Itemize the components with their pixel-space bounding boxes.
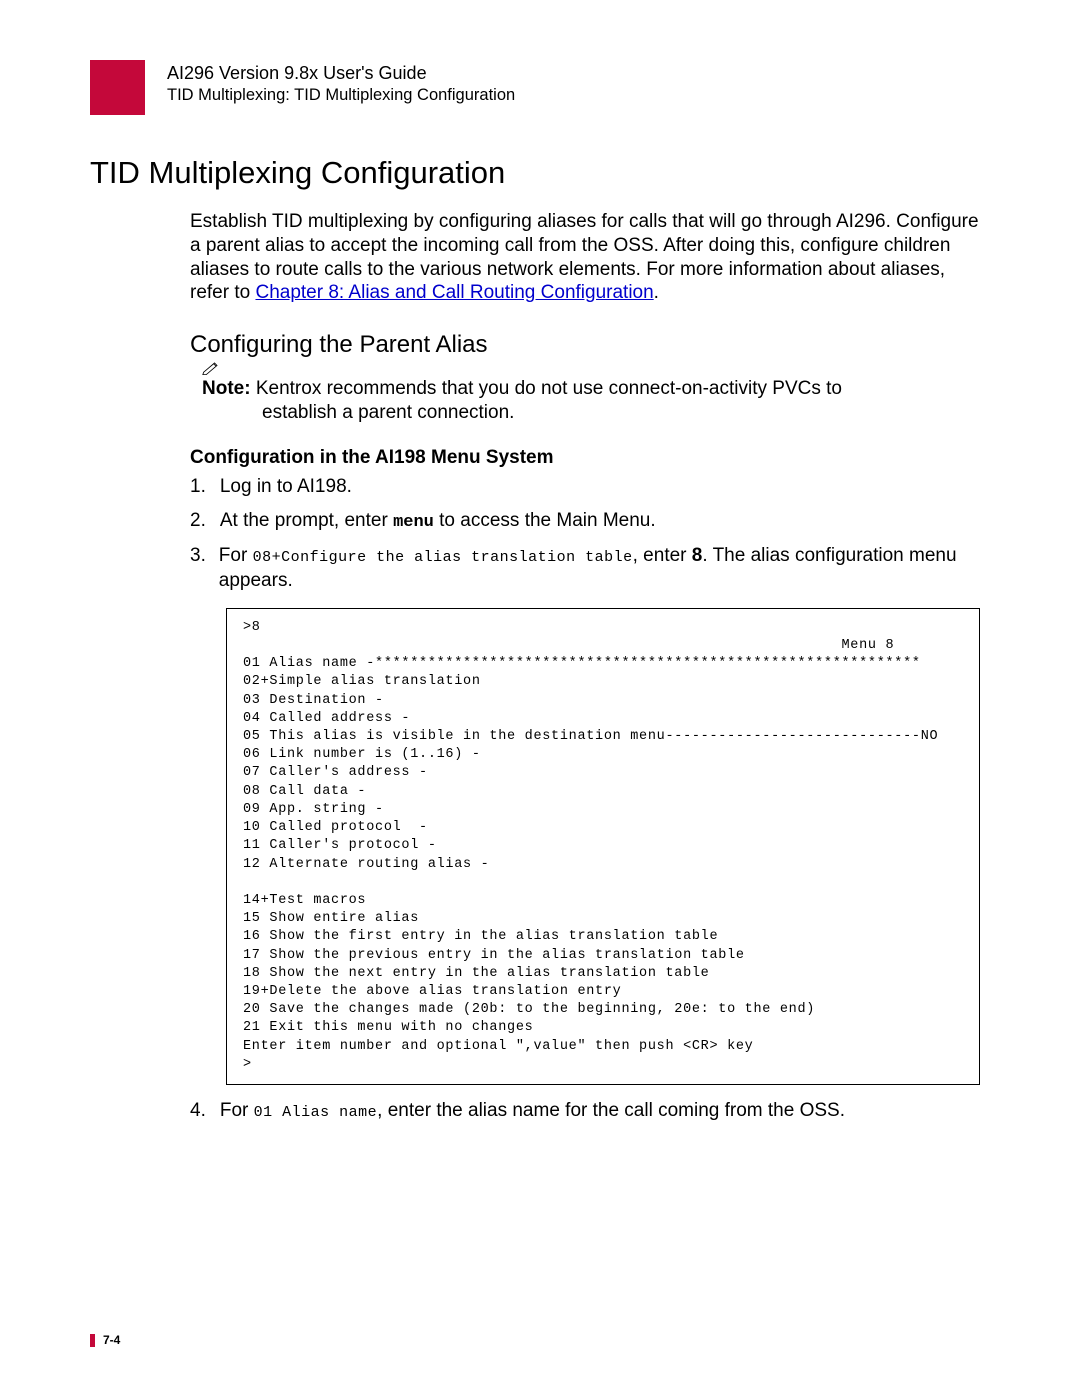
ordered-steps: 1. Log in to AI198. 2. At the prompt, en… <box>190 475 980 1124</box>
sub-heading-parent-alias: Configuring the Parent Alias <box>190 331 980 359</box>
step-3: 3. For 08+Configure the alias translatio… <box>190 544 980 593</box>
step-4: 4. For 01 Alias name, enter the alias na… <box>190 1099 980 1124</box>
page-number: 7-4 <box>103 1333 120 1347</box>
page-header: AI296 Version 9.8x User's Guide TID Mult… <box>90 60 990 115</box>
step-3-bold: 8 <box>692 545 703 566</box>
document-page: AI296 Version 9.8x User's Guide TID Mult… <box>0 0 1080 1397</box>
step-number: 1. <box>190 475 206 500</box>
page-footer: 7-4 <box>90 1333 120 1347</box>
step-2: 2. At the prompt, enter menu to access t… <box>190 509 980 534</box>
step-text: Log in to AI198. <box>220 475 352 500</box>
step-2-pre: At the prompt, enter <box>220 510 393 531</box>
footer-accent-icon <box>90 1334 95 1347</box>
step-4-pre: For <box>220 1100 254 1121</box>
note-label: Note: <box>202 378 251 399</box>
step-3-pre: For <box>219 545 253 566</box>
intro-text-after: . <box>654 282 659 303</box>
header-text-block: AI296 Version 9.8x User's Guide TID Mult… <box>167 60 515 105</box>
main-heading: TID Multiplexing Configuration <box>90 155 990 191</box>
note-text-line2: establish a parent connection. <box>262 401 514 425</box>
note-text: Note: Kentrox recommends that you do not… <box>202 377 980 425</box>
intro-paragraph: Establish TID multiplexing by configurin… <box>190 210 980 305</box>
body-content: Establish TID multiplexing by configurin… <box>190 210 980 1124</box>
step-text: For 08+Configure the alias translation t… <box>219 544 980 593</box>
step-4-mono: 01 Alias name <box>254 1104 378 1121</box>
step-number: 4. <box>190 1099 206 1124</box>
step-text: At the prompt, enter menu to access the … <box>220 509 656 534</box>
step-number: 3. <box>190 544 205 593</box>
pencil-icon <box>202 361 222 375</box>
breadcrumb: TID Multiplexing: TID Multiplexing Confi… <box>167 86 515 105</box>
step-3-mono: 08+Configure the alias translation table <box>253 549 633 566</box>
sub-sub-heading-ai198: Configuration in the AI198 Menu System <box>190 447 980 469</box>
note-text-line1: Kentrox recommends that you do not use c… <box>251 378 842 399</box>
step-4-post: , enter the alias name for the call comi… <box>377 1100 845 1121</box>
step-text: For 01 Alias name, enter the alias name … <box>220 1099 845 1124</box>
step-3-mid: , enter <box>633 545 692 566</box>
code-block-menu8: >8 Menu 8 01 Alias name -***************… <box>226 608 980 1085</box>
step-number: 2. <box>190 509 206 534</box>
brand-square-icon <box>90 60 145 115</box>
guide-title: AI296 Version 9.8x User's Guide <box>167 63 515 84</box>
step-2-post: to access the Main Menu. <box>434 510 656 531</box>
step-1: 1. Log in to AI198. <box>190 475 980 500</box>
chapter-8-link[interactable]: Chapter 8: Alias and Call Routing Config… <box>255 282 653 303</box>
note-block: Note: Kentrox recommends that you do not… <box>202 361 980 425</box>
step-2-cmd: menu <box>393 513 434 532</box>
